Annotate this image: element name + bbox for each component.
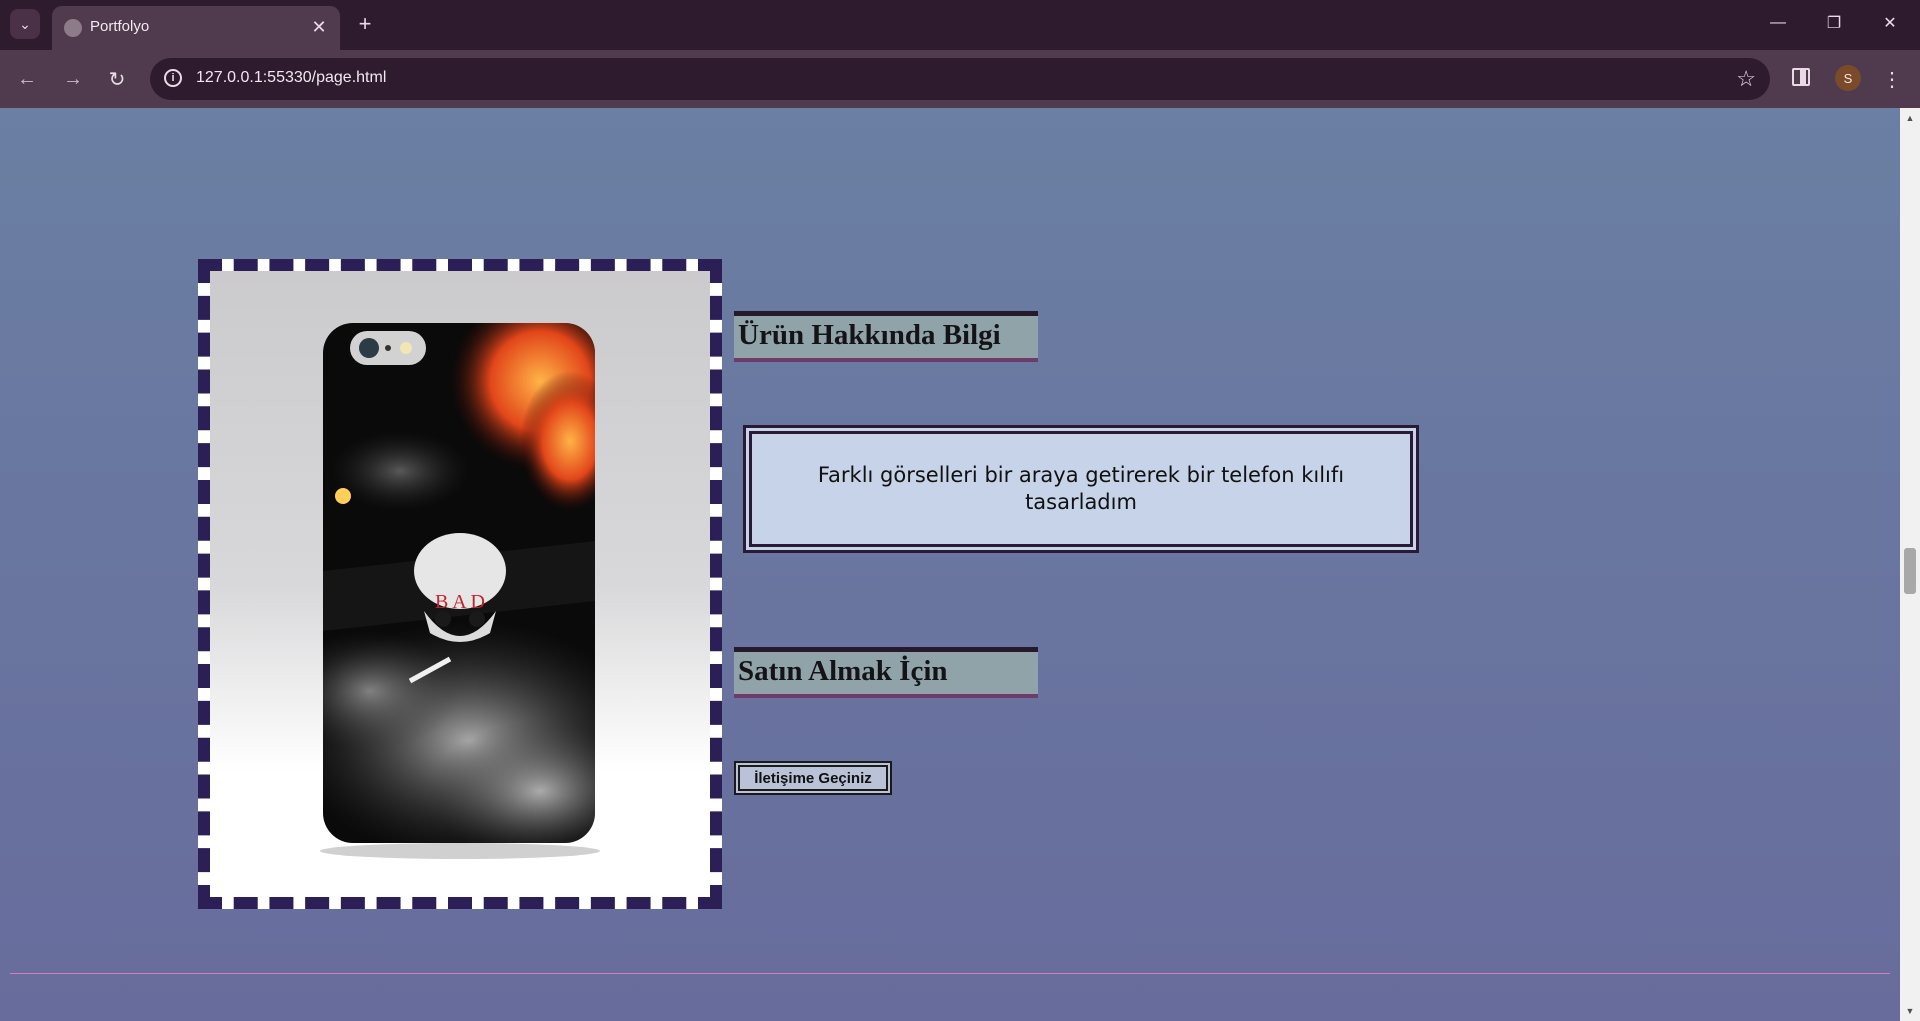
product-description-box: Farklı görselleri bir araya getirerek bi… [743,425,1419,553]
chevron-down-icon: ⌄ [19,15,31,32]
tab-search-button[interactable]: ⌄ [10,9,40,39]
case-text: B A D [435,591,485,613]
purchase-heading: Satın Almak İçin [734,647,1038,698]
url-text[interactable]: 127.0.0.1:55330/page.html [196,69,386,87]
product-info-heading: Ürün Hakkında Bilgi [734,311,1038,362]
close-window-button[interactable]: ✕ [1870,8,1910,38]
bookmark-star-icon[interactable]: ☆ [1736,66,1756,92]
new-tab-button[interactable]: + [352,11,378,37]
close-tab-icon[interactable]: ✕ [308,16,330,38]
scroll-up-arrow-icon[interactable]: ▲ [1900,110,1920,126]
product-image-frame: B A D [198,259,722,909]
browser-toolbar: ← → ↻ i 127.0.0.1:55330/page.html ☆ S ⋮ [0,50,1920,108]
address-bar[interactable]: i 127.0.0.1:55330/page.html ☆ [150,58,1770,100]
product-description: Farklı görselleri bir araya getirerek bi… [817,463,1345,514]
phone-case-image: B A D [210,271,710,897]
contact-button[interactable]: İletişime Geçiniz [734,761,892,795]
side-panel-icon[interactable] [1792,68,1810,86]
globe-icon [64,19,82,37]
page-viewport: B A D Ürün Hakkında Bilgi Farklı görsell… [0,108,1900,1021]
tab-title: Portfolyo [90,18,150,35]
scroll-down-arrow-icon[interactable]: ▼ [1900,1003,1920,1019]
site-info-icon[interactable]: i [164,69,182,87]
back-button[interactable]: ← [12,64,42,94]
page-scrollbar[interactable]: ▲ ▼ [1900,108,1920,1021]
forward-button[interactable]: → [58,64,88,94]
minimize-button[interactable]: — [1758,8,1798,38]
restore-button[interactable]: ❐ [1814,8,1854,38]
tab-strip: ⌄ Portfolyo ✕ + — ❐ ✕ [0,0,1920,50]
reload-button[interactable]: ↻ [102,64,132,94]
phone-case-illustration: B A D [320,323,600,859]
divider-line [10,973,1890,974]
more-menu-icon[interactable]: ⋮ [1882,64,1902,94]
profile-avatar[interactable]: S [1835,65,1861,91]
scroll-thumb[interactable] [1904,548,1916,594]
tab-portfolyo[interactable]: Portfolyo ✕ [52,6,340,50]
